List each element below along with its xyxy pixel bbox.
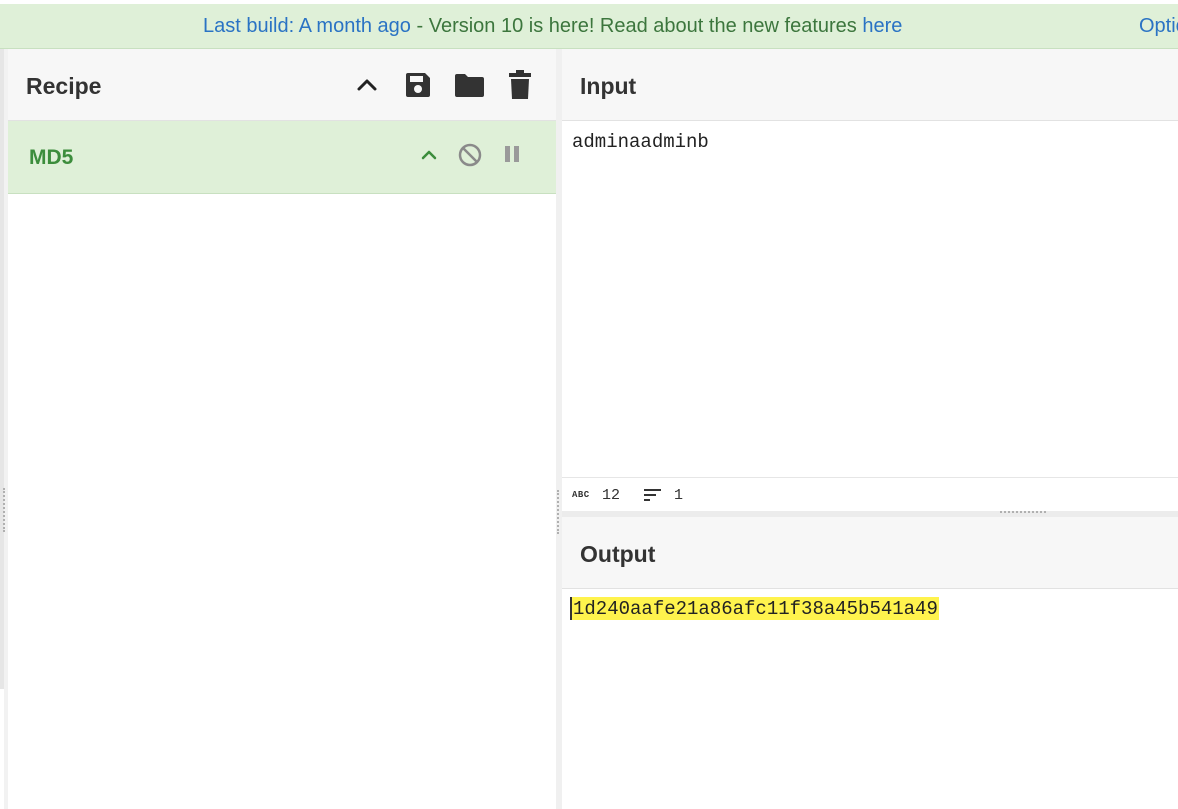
resize-grip-center[interactable] xyxy=(557,490,561,534)
last-build-link[interactable]: Last build: A month ago xyxy=(203,15,411,37)
output-pane: Output 1d240aafe21a86afc11f38a45b541a49 xyxy=(562,517,1178,809)
input-pane: Input adminaadminb xyxy=(562,49,1178,511)
length-label: ABC xyxy=(572,490,590,500)
input-length: 12 xyxy=(602,487,621,504)
output-title: Output xyxy=(580,541,656,567)
recipe-title: Recipe xyxy=(26,73,102,99)
output-header: Output xyxy=(562,517,1178,589)
options-link[interactable]: Options xyxy=(1139,15,1178,38)
disable-icon[interactable] xyxy=(458,143,482,167)
resize-grip-horizontal[interactable] xyxy=(1000,511,1046,515)
lines-icon xyxy=(644,489,661,501)
input-header: Input xyxy=(562,49,1178,121)
save-icon[interactable] xyxy=(404,71,432,99)
operation-name: MD5 xyxy=(29,146,74,169)
input-status-bar: ABC 12 1 xyxy=(562,477,1178,512)
chevron-up-icon[interactable] xyxy=(420,147,438,161)
folder-icon[interactable] xyxy=(454,72,485,98)
input-textarea[interactable]: adminaadminb xyxy=(572,131,709,153)
recipe-header: Recipe xyxy=(8,49,556,121)
input-title: Input xyxy=(580,73,637,99)
pause-icon[interactable] xyxy=(504,145,520,163)
notification-banner: Last build: A month ago - Version 10 is … xyxy=(0,4,1178,49)
release-notes-link[interactable]: here xyxy=(862,15,902,37)
chevron-up-icon[interactable] xyxy=(356,75,378,95)
input-lines: 1 xyxy=(674,487,684,504)
banner-text: Last build: A month ago - Version 10 is … xyxy=(203,15,902,38)
resize-grip-left[interactable] xyxy=(3,488,7,532)
banner-message: Version 10 is here! Read about the new f… xyxy=(428,15,863,37)
output-text[interactable]: 1d240aafe21a86afc11f38a45b541a49 xyxy=(570,597,939,620)
banner-separator: - xyxy=(410,15,429,37)
recipe-operation-md5[interactable]: MD5 xyxy=(8,121,556,194)
recipe-pane: Recipe MD5 xyxy=(8,49,556,809)
trash-icon[interactable] xyxy=(508,70,532,100)
